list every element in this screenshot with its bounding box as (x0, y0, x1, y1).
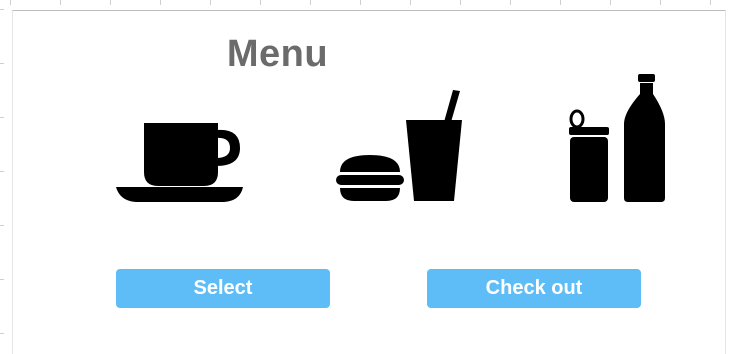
design-canvas: Menu Select Check out (0, 0, 737, 354)
coffee-cup-icon[interactable] (116, 120, 246, 204)
page-title: Menu (226, 33, 329, 75)
can-bottle-icon[interactable] (565, 72, 669, 206)
check-out-button[interactable]: Check out (427, 269, 641, 308)
select-button[interactable]: Select (116, 269, 330, 308)
burger-drink-icon[interactable] (334, 88, 466, 206)
top-ruler (0, 0, 737, 10)
left-ruler (0, 0, 10, 354)
